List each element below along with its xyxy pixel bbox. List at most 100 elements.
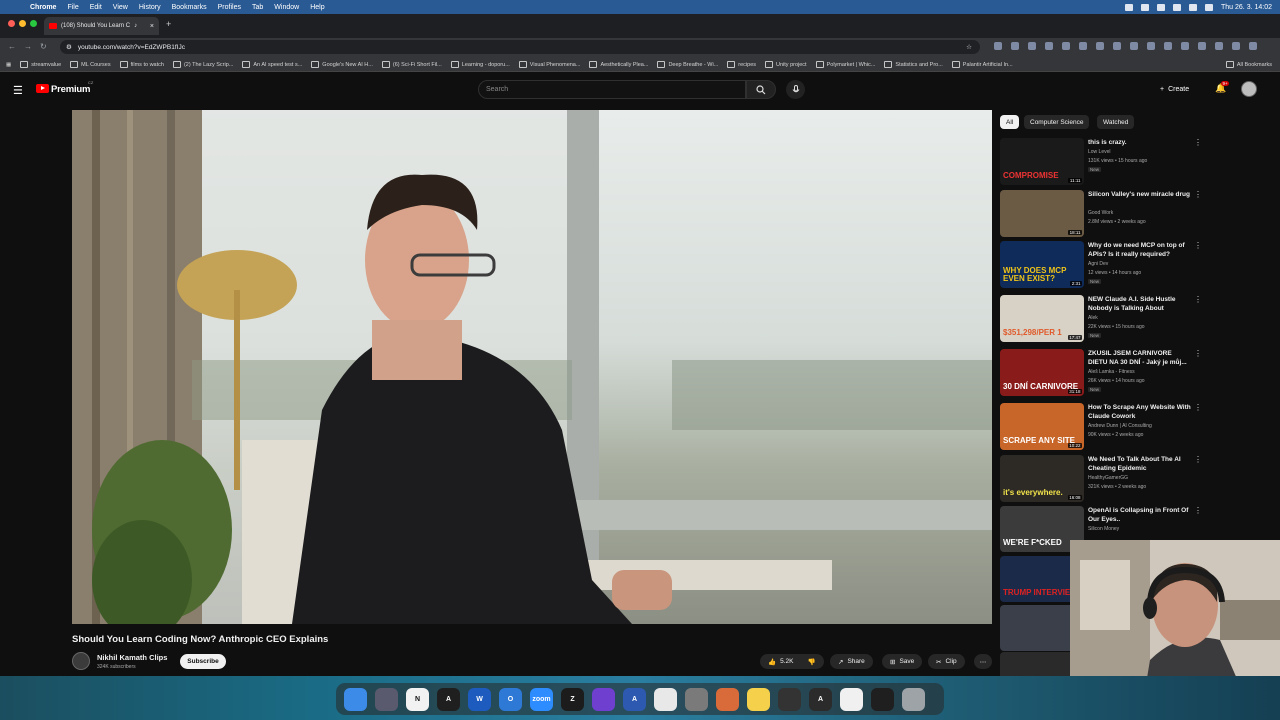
zoom-icon[interactable]: zoom (530, 687, 553, 711)
video-thumbnail[interactable]: 30 DNÍ CARNIVORE 31:18 (1000, 349, 1084, 396)
url-text[interactable]: youtube.com/watch?v=EdZWPB1fIJc (78, 44, 185, 51)
bookmark-item[interactable]: recipes (727, 61, 756, 68)
save-button[interactable]: ⊞ Save (882, 654, 923, 669)
forward-icon[interactable]: → (24, 42, 32, 51)
video-thumbnail[interactable]: WHY DOES MCP EVEN EXIST? 2:31 (1000, 241, 1084, 288)
status-icon[interactable] (1157, 3, 1166, 11)
apps-icon[interactable]: ▦ (6, 62, 11, 68)
extension-icon[interactable] (1147, 42, 1155, 50)
extension-icon[interactable] (1045, 42, 1053, 50)
extension-icon[interactable] (1096, 42, 1104, 50)
recommendation-channel[interactable]: Alek (1088, 315, 1098, 321)
recommendation-channel[interactable]: Low Level (1088, 149, 1111, 155)
chrome-icon[interactable] (654, 687, 677, 711)
tab-youtube[interactable]: (108) Should You Learn C ♪ × (44, 17, 159, 35)
youtube-logo-icon[interactable] (36, 84, 49, 93)
video-thumbnail[interactable]: 18:11 (1000, 190, 1084, 237)
battery-icon[interactable] (1189, 3, 1198, 11)
recommendation-channel[interactable]: Agni Dev (1088, 261, 1108, 267)
filter-chip-all[interactable]: All (1000, 115, 1020, 129)
dislike-icon[interactable]: 👎 (808, 658, 816, 666)
settings-icon[interactable] (685, 687, 708, 711)
recommendation-title[interactable]: NEW Claude A.I. Side Hustle Nobody is Ta… (1088, 295, 1192, 313)
more-options-icon[interactable]: ⋮ (1194, 241, 1202, 250)
recommendation-channel[interactable]: Andrew Dunn | AI Consulting (1088, 423, 1152, 429)
more-options-icon[interactable]: ⋮ (1194, 455, 1202, 464)
zed-icon[interactable]: Z (561, 687, 584, 711)
recommendation-item[interactable]: SCRAPE ANY SITE 10:22 How To Scrape Any We… (1000, 403, 1202, 451)
bookmark-item[interactable]: (6) Sci-Fi Short Fil... (382, 61, 442, 68)
recommendation-title[interactable]: Silicon Valley's new miracle drug (1088, 190, 1192, 199)
bookmark-item[interactable]: films to watch (120, 61, 164, 68)
claude-icon[interactable] (716, 687, 739, 711)
search-input[interactable]: Search (478, 80, 746, 99)
instruments-icon[interactable]: A (809, 687, 832, 711)
all-bookmarks-button[interactable]: All Bookmarks (1226, 61, 1272, 68)
recommendation-item[interactable]: it's everywhere. 16:08 We Need To Talk Abo… (1000, 455, 1202, 503)
extension-icon[interactable] (1062, 42, 1070, 50)
video-thumbnail[interactable]: $351,298/PER 1 17:47 (1000, 295, 1084, 342)
video-thumbnail[interactable]: COMPROMISE 11:11 (1000, 138, 1084, 185)
filter-chip-watched[interactable]: Watched (1097, 115, 1135, 129)
recommendation-title[interactable]: ZKUSIL JSEM CARNIVORE DIETU NA 30 DNÍ - … (1088, 349, 1192, 367)
voice-search-button[interactable] (786, 80, 805, 99)
notion-icon[interactable]: N (406, 687, 429, 711)
bookmark-item[interactable]: ML Courses (70, 61, 110, 68)
extension-icon[interactable] (1130, 42, 1138, 50)
youtube-premium-logo[interactable]: Premium (51, 84, 90, 95)
address-bar[interactable]: ⚙ youtube.com/watch?v=EdZWPB1fIJc ☆ (60, 40, 980, 54)
more-options-icon[interactable]: ⋮ (1194, 295, 1202, 304)
close-window-icon[interactable] (8, 20, 15, 27)
reload-icon[interactable]: ↻ (40, 42, 47, 51)
bookmark-item[interactable]: streamvalue (20, 61, 61, 68)
menu-tab[interactable]: Tab (252, 4, 263, 11)
vs-icon[interactable] (592, 687, 615, 711)
notes-icon[interactable] (747, 687, 770, 711)
recommendation-title[interactable]: How To Scrape Any Website With Claude Co… (1088, 403, 1192, 421)
status-icon[interactable] (1125, 3, 1134, 11)
extension-icon[interactable] (1113, 42, 1121, 50)
search-button[interactable] (746, 80, 776, 99)
recommendation-item[interactable]: $351,298/PER 1 17:47 NEW Claude A.I. Side … (1000, 295, 1202, 343)
bookmark-item[interactable]: Statistics and Pro... (884, 61, 942, 68)
control-center-icon[interactable] (1205, 3, 1214, 11)
document-icon[interactable] (840, 687, 863, 711)
video-player[interactable] (72, 110, 992, 624)
more-options-icon[interactable]: ⋮ (1194, 138, 1202, 147)
new-tab-icon[interactable]: + (166, 19, 171, 29)
more-actions-button[interactable]: ⋯ (974, 654, 992, 669)
maximize-window-icon[interactable] (30, 20, 37, 27)
minimize-window-icon[interactable] (19, 20, 26, 27)
finder-icon[interactable] (344, 687, 367, 711)
extension-icon[interactable] (1181, 42, 1189, 50)
recommendation-item[interactable]: COMPROMISE 11:11 this is crazy. Low Level 13… (1000, 138, 1202, 186)
subscribe-button[interactable]: Subscribe (180, 654, 226, 669)
menu-history[interactable]: History (139, 4, 161, 11)
word-icon[interactable]: W (468, 687, 491, 711)
menu-file[interactable]: File (67, 4, 78, 11)
xcode-icon[interactable]: A (623, 687, 646, 711)
recommendation-title[interactable]: We Need To Talk About The AI Cheating Ep… (1088, 455, 1192, 473)
extension-icon[interactable] (1011, 42, 1019, 50)
account-avatar[interactable] (1241, 81, 1257, 97)
menu-help[interactable]: Help (310, 4, 324, 11)
bookmark-item[interactable]: (2) The Lazy Scrip... (173, 61, 233, 68)
like-icon[interactable]: 👍 (768, 658, 776, 666)
extension-icon[interactable] (1215, 42, 1223, 50)
status-icon[interactable] (1141, 3, 1150, 11)
clock[interactable]: Thu 26. 3. 14:02 (1221, 4, 1272, 11)
extension-icon[interactable] (1198, 42, 1206, 50)
clip-button[interactable]: ✂ Clip (928, 654, 965, 669)
extension-icon[interactable] (1164, 42, 1172, 50)
bookmark-item[interactable]: Unity project (765, 61, 807, 68)
trash-icon[interactable] (902, 687, 925, 711)
video-thumbnail[interactable]: SCRAPE ANY SITE 10:22 (1000, 403, 1084, 450)
extension-icon[interactable] (1232, 42, 1240, 50)
recommendation-title[interactable]: Why do we need MCP on top of APIs? Is it… (1088, 241, 1192, 259)
launchpad-icon[interactable] (375, 687, 398, 711)
create-button[interactable]: + Create (1160, 82, 1189, 96)
extension-icon[interactable] (994, 42, 1002, 50)
recommendation-title[interactable]: OpenAI is Collapsing in Front Of Our Eye… (1088, 506, 1192, 524)
outlook-icon[interactable]: O (499, 687, 522, 711)
menu-window[interactable]: Window (274, 4, 299, 11)
